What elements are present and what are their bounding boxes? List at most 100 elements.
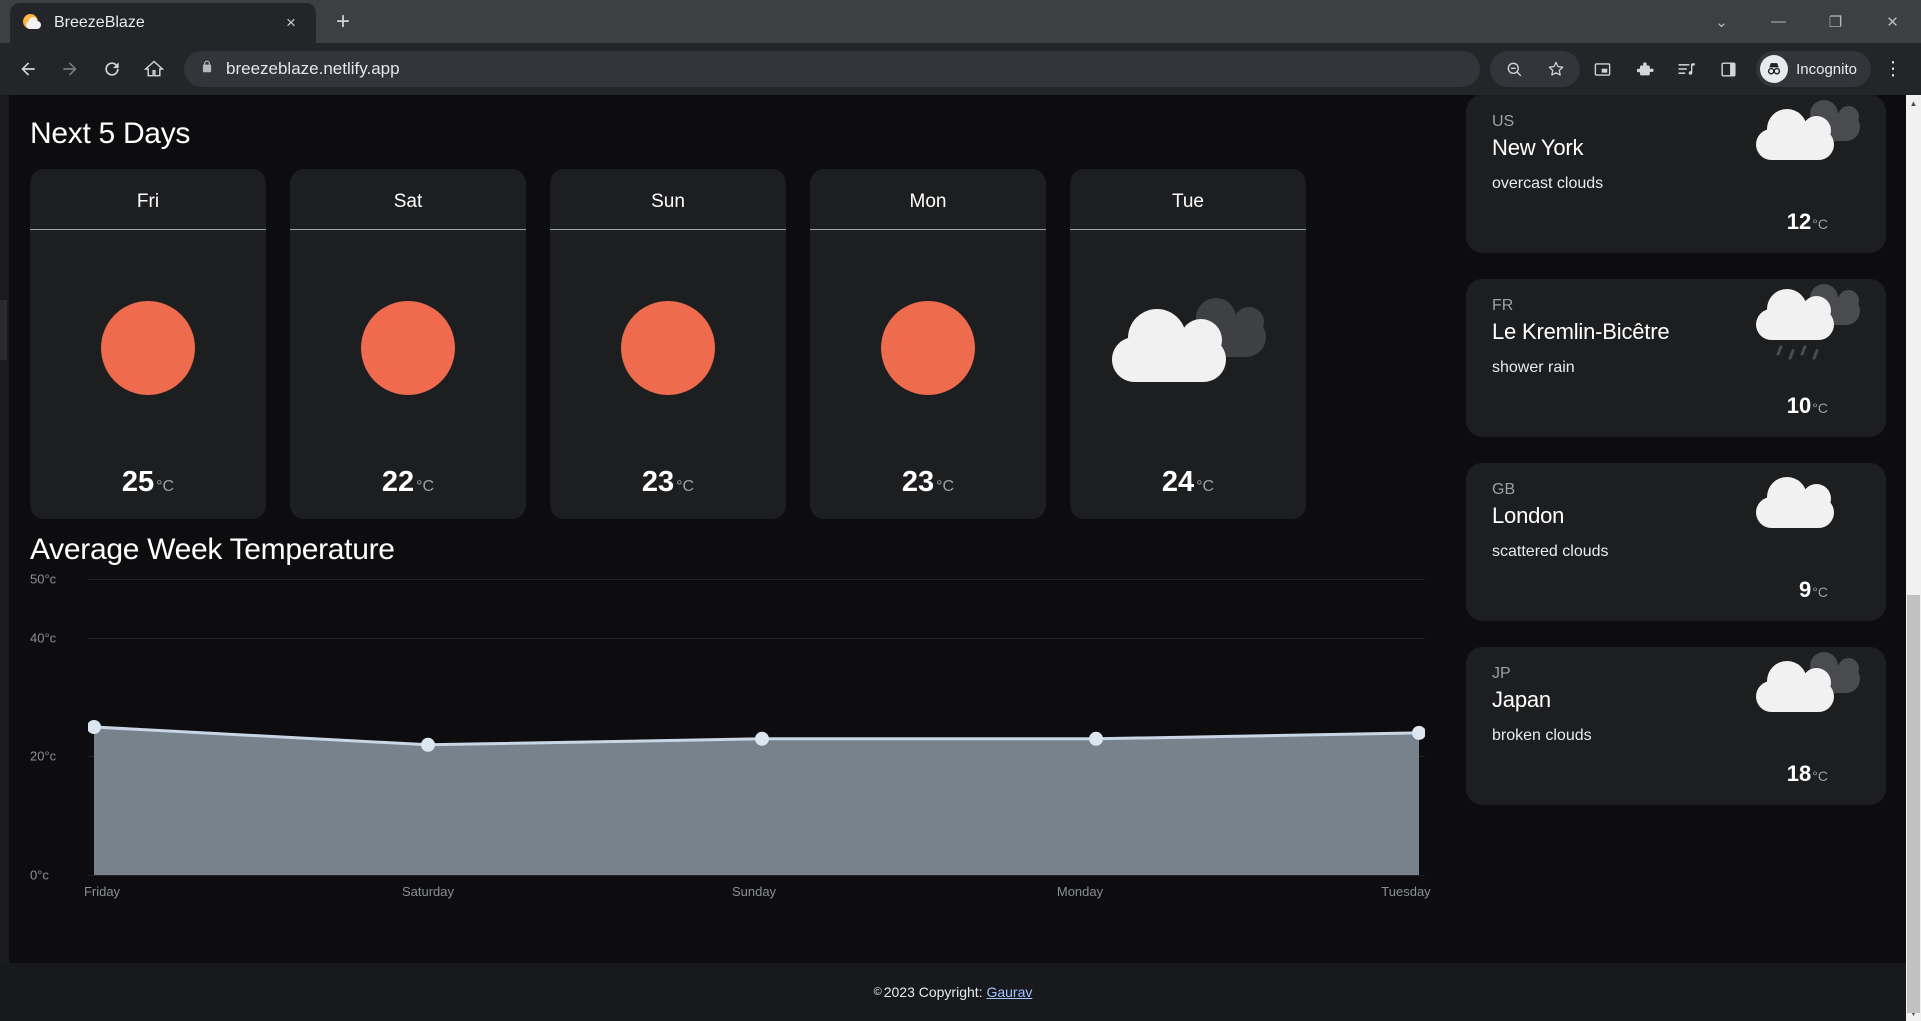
forecast-card[interactable]: Tue 24 °C — [1070, 169, 1306, 519]
close-icon[interactable]: × — [278, 10, 304, 36]
scroll-up-icon[interactable]: ▲ — [1906, 95, 1921, 111]
overcast-clouds-icon — [1750, 100, 1860, 175]
city-temp: 18 °C — [1787, 761, 1828, 787]
copyright-text: 2023 Copyright: — [883, 984, 983, 1000]
forecast-temp-value: 23 — [641, 466, 675, 498]
omnibox-action-pill — [1490, 49, 1581, 89]
city-temp-unit: °C — [1812, 216, 1828, 232]
city-temp-unit: °C — [1812, 400, 1828, 416]
browser-window: BreezeBlaze × + ⌄ — ❐ ✕ breezeblaze.netl… — [0, 0, 1921, 1021]
tab-strip: BreezeBlaze × + — [0, 0, 362, 43]
forecast-card[interactable]: Fri 25 °C — [30, 169, 266, 519]
close-window-icon[interactable]: ✕ — [1864, 0, 1921, 43]
app-content: Next 5 Days Fri 25 °C Sat 22 °C Sun 23 °… — [0, 95, 1906, 1021]
x-tick-label: Sunday — [731, 884, 777, 899]
forecast-day-label: Mon — [909, 191, 947, 212]
forecast-icon-wrap — [810, 230, 1046, 466]
shower-rain-icon — [1750, 284, 1860, 361]
chart-point — [1412, 725, 1425, 740]
scrollbar-thumb[interactable] — [1907, 595, 1920, 1013]
profile-incognito-button[interactable]: Incognito — [1756, 51, 1871, 87]
forecast-temp: 25 °C — [122, 466, 174, 499]
pip-icon[interactable] — [1582, 49, 1622, 89]
browser-toolbar: breezeblaze.netlify.app Incognito ⋮ — [0, 43, 1921, 95]
chart-point — [755, 731, 769, 746]
page-scrollbar[interactable]: ▲ ▼ — [1906, 95, 1921, 1021]
forecast-temp-unit: °C — [676, 478, 695, 495]
x-tick-label: Saturday — [401, 884, 455, 899]
new-tab-button[interactable]: + — [324, 3, 362, 41]
x-tick-label: Friday — [83, 884, 121, 899]
browser-menu-icon[interactable]: ⋮ — [1873, 49, 1913, 89]
minimize-icon[interactable]: — — [1750, 0, 1807, 43]
city-card[interactable]: GB London scattered clouds 9 °C — [1466, 463, 1886, 621]
x-tick-label: Monday — [1056, 884, 1104, 899]
forecast-card[interactable]: Mon 23 °C — [810, 169, 1046, 519]
lock-icon — [200, 59, 214, 80]
chart-block: Average Week Temperature 50°c 40°c 20°c … — [30, 533, 1431, 900]
sun-icon — [361, 301, 455, 395]
city-card[interactable]: JP Japan broken clouds 18 °C — [1466, 647, 1886, 805]
reload-icon[interactable] — [92, 49, 132, 89]
author-link[interactable]: Gaurav — [986, 984, 1032, 1000]
restore-icon[interactable]: ❐ — [1807, 0, 1864, 43]
city-list: US New York overcast clouds 12 °C FR Le … — [1466, 95, 1886, 831]
scattered-clouds-icon — [1750, 473, 1860, 543]
weather-app: Next 5 Days Fri 25 °C Sat 22 °C Sun 23 °… — [0, 95, 1906, 1021]
average-week-temperature-chart: 50°c 40°c 20°c 0°c Friday Saturday Sunda… — [30, 572, 1431, 900]
url-text: breezeblaze.netlify.app — [226, 59, 400, 78]
city-temp-value: 12 — [1786, 209, 1812, 234]
x-tick-label: Tuesday — [1381, 884, 1431, 899]
puzzle-icon[interactable] — [1624, 49, 1664, 89]
forecast-card[interactable]: Sun 23 °C — [550, 169, 786, 519]
forecast-temp-value: 24 — [1161, 466, 1195, 498]
window-controls: ⌄ — ❐ ✕ — [1693, 0, 1921, 43]
city-temp: 12 °C — [1787, 209, 1828, 235]
chart-point — [88, 720, 101, 734]
forecast-temp-unit: °C — [156, 478, 175, 495]
forecast-icon-wrap — [30, 230, 266, 466]
address-bar[interactable]: breezeblaze.netlify.app — [184, 51, 1481, 87]
weather-description: scattered clouds — [1492, 543, 1609, 560]
forecast-temp: 22 °C — [382, 466, 434, 499]
back-icon[interactable] — [8, 49, 48, 89]
forecast-icon-wrap — [550, 230, 786, 466]
weather-description: overcast clouds — [1492, 175, 1604, 192]
forecast-temp-unit: °C — [936, 478, 955, 495]
media-list-icon[interactable] — [1666, 49, 1706, 89]
forecast-day-label: Sat — [393, 191, 423, 212]
side-panel-icon[interactable] — [1708, 49, 1748, 89]
zoom-out-icon[interactable] — [1494, 49, 1534, 89]
weather-description: broken clouds — [1492, 727, 1592, 744]
forward-icon[interactable] — [50, 49, 90, 89]
chart-title: Average Week Temperature — [30, 533, 395, 566]
broken-clouds-icon — [1108, 298, 1268, 393]
y-tick-label: 50°c — [30, 571, 57, 587]
chart-points — [88, 720, 1425, 752]
forecast-icon-wrap — [290, 230, 526, 466]
main-column: Next 5 Days Fri 25 °C Sat 22 °C Sun 23 °… — [30, 95, 1431, 900]
forecast-temp-value: 23 — [901, 466, 935, 498]
forecast-temp: 24 °C — [1162, 466, 1214, 499]
page-title: Next 5 Days — [30, 117, 191, 150]
city-temp: 9 °C — [1799, 577, 1828, 603]
forecast-row: Fri 25 °C Sat 22 °C Sun 23 °C Mon 23 °C … — [30, 169, 1425, 519]
page-viewport: Next 5 Days Fri 25 °C Sat 22 °C Sun 23 °… — [0, 95, 1921, 1021]
star-icon[interactable] — [1536, 49, 1576, 89]
forecast-card[interactable]: Sat 22 °C — [290, 169, 526, 519]
home-icon[interactable] — [134, 49, 174, 89]
weather-sun-cloud-icon — [22, 13, 42, 33]
city-card[interactable]: FR Le Kremlin-Bicêtre shower rain 10 °C — [1466, 279, 1886, 437]
profile-label: Incognito — [1796, 60, 1857, 78]
city-card[interactable]: US New York overcast clouds 12 °C — [1466, 95, 1886, 253]
forecast-temp-value: 22 — [381, 466, 415, 498]
y-tick-label: 0°c — [30, 867, 49, 883]
browser-tab[interactable]: BreezeBlaze × — [10, 3, 316, 43]
page-footer: © 2023 Copyright: Gaurav — [0, 963, 1906, 1021]
city-temp-unit: °C — [1812, 584, 1828, 600]
forecast-temp-value: 25 — [121, 466, 155, 498]
chevron-down-icon[interactable]: ⌄ — [1693, 0, 1750, 43]
incognito-icon — [1760, 55, 1789, 83]
toolbar-right: Incognito ⋮ — [1490, 49, 1913, 89]
y-tick-label: 20°c — [30, 748, 57, 764]
